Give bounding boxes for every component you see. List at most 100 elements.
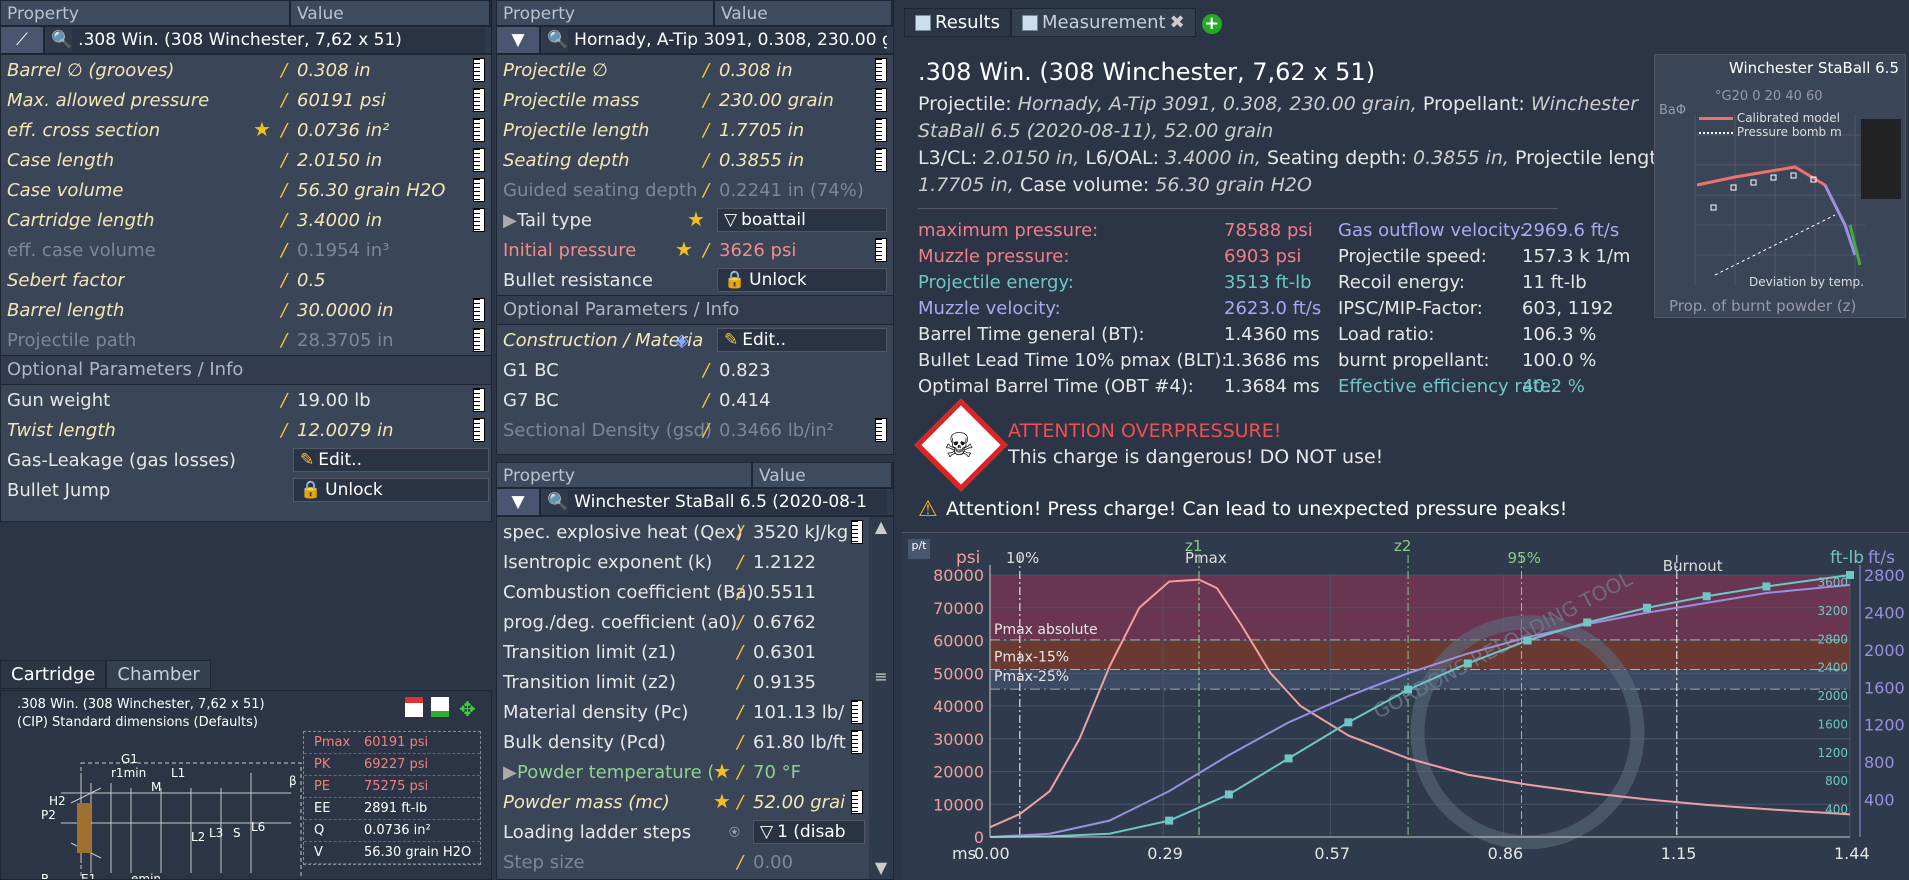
property-row[interactable]: spec. explosive heat (Qex)/ 3520 kJ/kg [497,517,893,547]
property-row[interactable]: Transition limit (z2) / 0.9135 [497,667,893,697]
property-value[interactable]: 12.0079 in [297,420,447,441]
property-row[interactable]: Combustion coefficient (Ba)/ 0.5511 [497,577,893,607]
property-row[interactable]: G7 BC / 0.414 [497,385,893,415]
property-row[interactable]: Barrel length / 30.0000 in [1,295,491,325]
property-row[interactable]: Barrel ∅ (grooves) / 0.308 in [1,55,491,85]
ruler-icon[interactable] [851,730,863,754]
property-row[interactable]: ▶ Tail type ★ ▽ boattail [497,205,893,235]
property-value[interactable]: 0.308 in [297,60,447,81]
property-value[interactable]: 61.80 lb/ft [753,732,857,753]
tab-cartridge[interactable]: Cartridge [0,660,107,689]
property-value[interactable]: 0.00 [753,852,857,873]
property-row[interactable]: Max. allowed pressure / 60191 psi [1,85,491,115]
property-value[interactable]: 0.414 [719,390,869,411]
ruler-icon[interactable] [473,178,485,202]
property-row[interactable]: Projectile length / 1.7705 in [497,115,893,145]
property-value[interactable]: 230.00 grain [719,90,869,111]
propellant-name[interactable]: Winchester StaBall 6.5 (2020-08-1 [568,490,887,514]
ruler-icon[interactable] [851,790,863,814]
expand-icon[interactable]: ▶ [503,210,517,231]
property-row[interactable]: Powder mass (mc) ★ / 52.00 grai [497,787,893,817]
ruler-icon[interactable] [875,238,887,262]
property-value[interactable]: 0.6762 [753,612,857,633]
edit-construction-button[interactable]: ✎ Edit.. [717,328,887,352]
property-row[interactable]: Sebert factor / 0.5 [1,265,491,295]
ruler-icon[interactable] [473,88,485,112]
ruler-icon[interactable] [875,118,887,142]
property-value[interactable]: 3626 psi [719,240,869,261]
tab-chamber[interactable]: Chamber [106,660,211,689]
edit-gas-leakage-button[interactable]: ✎ Edit.. [293,448,489,472]
property-value[interactable]: 60191 psi [297,90,447,111]
ladder-icon[interactable]: ⍟ [729,822,740,843]
property-row[interactable]: Case volume / 56.30 grain H2O [1,175,491,205]
add-tab-icon[interactable]: + [1201,14,1222,34]
property-row[interactable]: Sectional Density (gsd)/ 0.3466 lb/in² [497,415,893,445]
info-icon[interactable]: ◈ [675,330,689,351]
star-icon[interactable]: ★ [253,117,271,141]
property-row[interactable]: Cartridge length / 3.4000 in [1,205,491,235]
ruler-icon[interactable] [875,148,887,172]
property-row[interactable]: Guided seating depth/ 0.2241 in (74%) [497,175,893,205]
export-icon[interactable] [431,697,449,717]
property-row[interactable]: Bullet Jump 🔒 Unlock [1,475,491,505]
star-icon[interactable]: ★ [713,759,731,783]
property-row[interactable]: Initial pressure ★ / 3626 psi [497,235,893,265]
property-value[interactable]: 3.4000 in [297,210,447,231]
scroll-down-icon[interactable]: ▼ [869,858,893,877]
property-row[interactable]: Gas-Leakage (gas losses) ✎ Edit.. [1,445,491,475]
property-row[interactable]: Material density (Pc) / 101.13 lb/ [497,697,893,727]
fit-icon[interactable]: ✥ [459,697,476,721]
ruler-icon[interactable] [875,88,887,112]
ruler-icon[interactable] [473,388,485,412]
property-value[interactable]: 0.5 [297,270,447,291]
property-value[interactable]: 101.13 lb/ [753,702,857,723]
property-value[interactable]: 0.823 [719,360,869,381]
star-icon[interactable]: ★ [687,207,705,231]
property-row[interactable]: G1 BC / 0.823 [497,355,893,385]
pdf-icon[interactable] [405,697,423,717]
property-value[interactable]: 19.00 lb [297,390,447,411]
ruler-icon[interactable] [875,418,887,442]
ruler-icon[interactable] [473,208,485,232]
propellant-selector[interactable]: ▼ 🔍 Winchester StaBall 6.5 (2020-08-1 [497,489,893,517]
star-icon[interactable]: ★ [675,237,693,261]
projectile-name[interactable]: Hornady, A-Tip 3091, 0.308, 230.00 g [568,28,887,52]
property-row[interactable]: Bulk density (Pcd) / 61.80 lb/ft [497,727,893,757]
cartridge-name[interactable]: .308 Win. (308 Winchester, 7,62 x 51) [72,28,485,52]
property-row[interactable]: Projectile ∅ / 0.308 in [497,55,893,85]
star-icon[interactable]: ★ [713,789,731,813]
expand-icon[interactable]: ▶ [503,762,517,783]
property-value[interactable]: 1.7705 in [719,120,869,141]
unlock-button[interactable]: 🔒 Unlock [293,478,489,502]
property-row[interactable]: ▶ Powder temperature (★ / 70 °F [497,757,893,787]
property-value[interactable]: 0.1954 in³ [297,240,447,261]
property-value[interactable]: 70 °F [753,762,857,783]
cartridge-selector[interactable]: ⟋ 🔍 .308 Win. (308 Winchester, 7,62 x 51… [1,27,491,55]
ruler-icon[interactable] [875,58,887,82]
property-row[interactable]: Gun weight / 19.00 lb [1,385,491,415]
property-value[interactable]: 56.30 grain H2O [297,180,447,201]
ruler-icon[interactable] [851,520,863,544]
scroll-grip-icon[interactable]: ≡ [869,667,893,686]
property-value[interactable]: 0.0736 in² [297,120,447,141]
property-value[interactable]: 0.308 in [719,60,869,81]
property-row[interactable]: Isentropic exponent (k) / 1.2122 [497,547,893,577]
property-row[interactable]: eff. cross section ★ / 0.0736 in² [1,115,491,145]
chart-toggle-icon[interactable]: p/t [908,539,930,559]
property-value[interactable]: 28.3705 in [297,330,447,351]
scrollbar[interactable]: ▲ ≡ ▼ [869,517,893,879]
property-value[interactable]: 0.3466 lb/in² [719,420,869,441]
ruler-icon[interactable] [473,118,485,142]
rifle-icon[interactable]: ⟋ [1,27,45,53]
projectile-selector[interactable]: ▼ 🔍 Hornady, A-Tip 3091, 0.308, 230.00 g [497,27,893,55]
ruler-icon[interactable] [851,700,863,724]
property-value[interactable]: 3520 kJ/kg [753,522,857,543]
property-row[interactable]: Bullet resistance 🔒 Unlock [497,265,893,295]
dropdown-icon[interactable]: ▼ [497,27,541,53]
tail-type-select[interactable]: ▽ boattail [717,208,887,232]
property-row[interactable]: Construction / Materia ◈ ✎ Edit.. [497,325,893,355]
ladder-select[interactable]: ▽ 1 (disab [753,820,865,844]
property-row[interactable]: Twist length / 12.0079 in [1,415,491,445]
property-row[interactable]: Case length / 2.0150 in [1,145,491,175]
